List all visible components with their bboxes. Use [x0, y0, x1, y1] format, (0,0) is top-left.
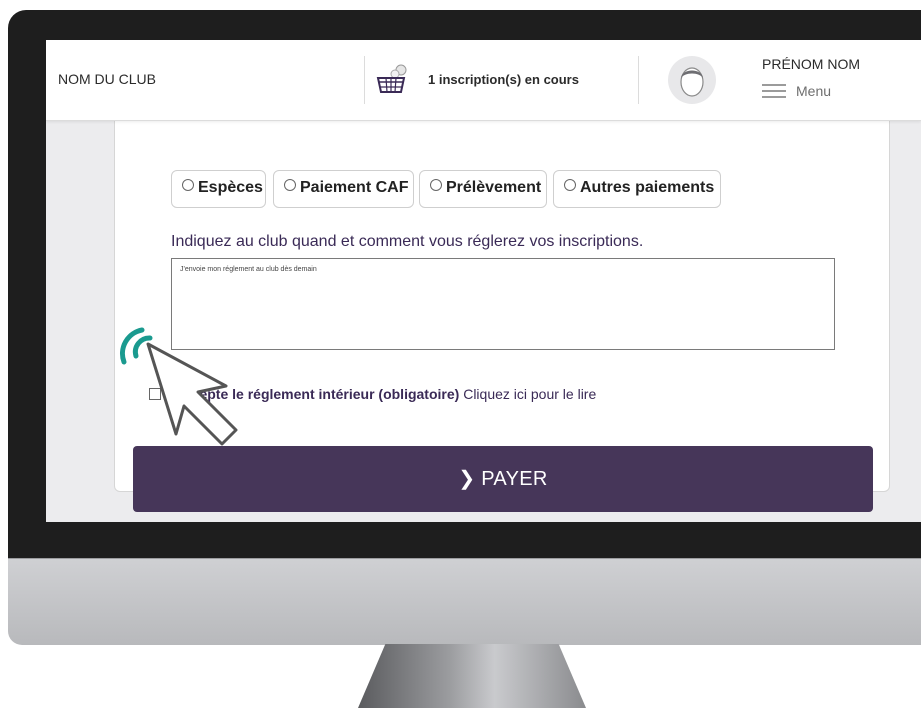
- chevron-right-icon: ❯: [458, 468, 476, 490]
- payment-option-label: Autres paiements: [580, 179, 715, 196]
- payment-option-prelevement[interactable]: Prélèvement: [419, 170, 547, 208]
- radio-button[interactable]: [430, 179, 442, 191]
- payment-option-autres[interactable]: Autres paiements: [553, 170, 721, 208]
- site-header: NOM DU CLUB 1 inscription(s) en cours PR…: [46, 40, 921, 121]
- pay-button-label: PAYER: [481, 468, 548, 490]
- avatar-face-icon: [680, 67, 704, 97]
- user-avatar[interactable]: [668, 56, 716, 104]
- payment-option-caf[interactable]: Paiement CAF: [273, 170, 414, 208]
- menu-button[interactable]: Menu: [796, 83, 831, 99]
- click-cursor-icon: [119, 327, 238, 446]
- header-divider: [638, 56, 639, 104]
- rules-link[interactable]: Cliquez ici pour le lire: [463, 386, 596, 402]
- cart-status[interactable]: 1 inscription(s) en cours: [428, 72, 579, 87]
- monitor-stand: [358, 644, 586, 708]
- monitor-chin: [8, 558, 921, 645]
- payment-option-especes[interactable]: Espèces: [171, 170, 266, 208]
- hamburger-menu-icon[interactable]: [762, 84, 786, 98]
- comment-question: Indiquez au club quand et comment vous r…: [171, 233, 644, 250]
- radio-button[interactable]: [182, 179, 194, 191]
- user-name: PRÉNOM NOM: [762, 56, 860, 72]
- payment-comment-textarea[interactable]: [171, 258, 835, 350]
- radio-button[interactable]: [564, 179, 576, 191]
- basket-icon[interactable]: [374, 62, 410, 96]
- header-divider: [364, 56, 365, 104]
- club-name[interactable]: NOM DU CLUB: [58, 71, 156, 87]
- radio-button[interactable]: [284, 179, 296, 191]
- payment-option-label: Espèces: [198, 179, 263, 196]
- payment-option-label: Paiement CAF: [300, 179, 409, 196]
- payment-option-label: Prélèvement: [446, 179, 542, 196]
